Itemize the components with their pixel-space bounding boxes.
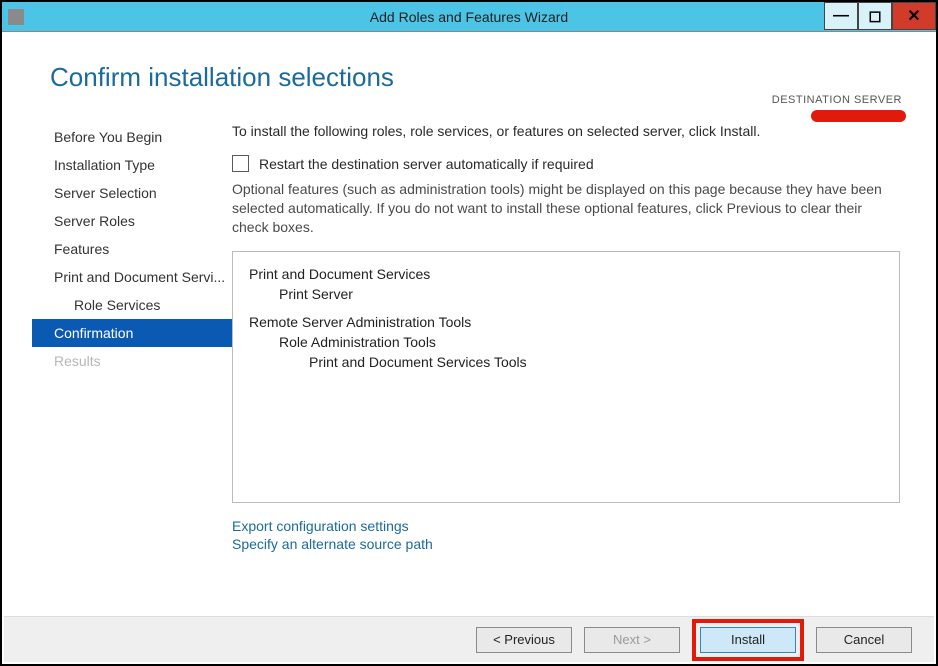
nav-installation-type[interactable]: Installation Type <box>50 151 232 179</box>
nav-features[interactable]: Features <box>50 235 232 263</box>
intro-text: To install the following roles, role ser… <box>232 123 900 139</box>
nav-server-roles[interactable]: Server Roles <box>50 207 232 235</box>
nav-before-you-begin[interactable]: Before You Begin <box>50 123 232 151</box>
install-button[interactable]: Install <box>700 627 796 653</box>
nav-results: Results <box>50 347 232 375</box>
destination-server-redacted <box>811 110 906 122</box>
minimize-button[interactable]: — <box>824 2 858 30</box>
nav-role-services[interactable]: Role Services <box>50 291 232 319</box>
close-button[interactable]: ✕ <box>892 2 936 30</box>
next-button: Next > <box>584 627 680 653</box>
selection-group: Remote Server Administration Tools <box>249 312 883 332</box>
selections-box: Print and Document Services Print Server… <box>232 251 900 503</box>
wizard-nav: Before You Begin Installation Type Serve… <box>2 123 232 553</box>
title-bar: Add Roles and Features Wizard — ◻ ✕ <box>2 2 936 32</box>
content-area: Confirm installation selections DESTINAT… <box>2 32 936 618</box>
links-area: Export configuration settings Specify an… <box>232 517 900 553</box>
selection-item: Role Administration Tools <box>249 332 883 352</box>
main-panel: To install the following roles, role ser… <box>232 123 936 553</box>
cancel-button[interactable]: Cancel <box>816 627 912 653</box>
selection-item: Print Server <box>249 284 883 304</box>
nav-confirmation[interactable]: Confirmation <box>32 319 232 347</box>
wizard-footer: < Previous Next > Install Cancel <box>4 616 934 662</box>
optional-features-text: Optional features (such as administratio… <box>232 180 900 237</box>
window-buttons: — ◻ ✕ <box>824 2 936 32</box>
selection-group: Print and Document Services <box>249 264 883 284</box>
export-config-link[interactable]: Export configuration settings <box>232 517 900 535</box>
restart-checkbox-label: Restart the destination server automatic… <box>259 156 594 172</box>
nav-print-document-services[interactable]: Print and Document Servi... <box>50 263 232 291</box>
app-icon <box>8 9 24 25</box>
alternate-source-link[interactable]: Specify an alternate source path <box>232 535 900 553</box>
window-title: Add Roles and Features Wizard <box>2 9 936 25</box>
selection-item: Print and Document Services Tools <box>249 352 883 372</box>
install-highlight: Install <box>692 619 804 661</box>
page-title: Confirm installation selections <box>2 32 936 93</box>
restart-checkbox-row: Restart the destination server automatic… <box>232 155 900 172</box>
destination-server-label: DESTINATION SERVER <box>772 94 902 106</box>
maximize-button[interactable]: ◻ <box>858 2 892 30</box>
nav-server-selection[interactable]: Server Selection <box>50 179 232 207</box>
previous-button[interactable]: < Previous <box>476 627 572 653</box>
restart-checkbox[interactable] <box>232 155 249 172</box>
